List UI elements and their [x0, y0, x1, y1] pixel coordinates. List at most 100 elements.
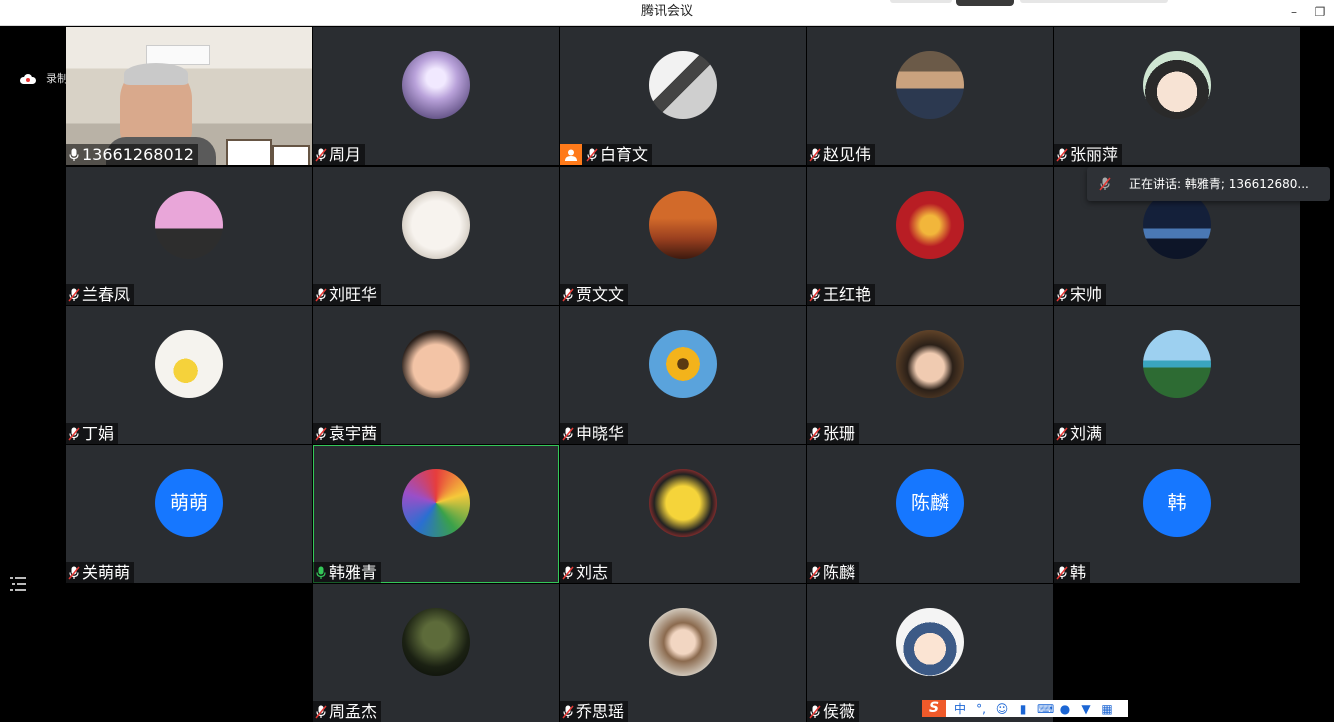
avatar	[402, 51, 470, 119]
mic-muted-icon	[809, 288, 821, 301]
participant-tile[interactable]: 刘满	[1054, 306, 1300, 444]
avatar	[155, 330, 223, 398]
participant-name-label: 贾文文	[560, 284, 629, 305]
participant-tile[interactable]: 贾文文	[560, 167, 806, 305]
participant-name-label: 赵见伟	[807, 144, 876, 165]
ime-toolbar[interactable]: S 中 °, ☺ ▮ ⌨ ● ▼ ▦	[922, 700, 1128, 717]
avatar	[896, 51, 964, 119]
cloud-record-icon	[20, 74, 36, 84]
participant-name-label: 韩雅青	[313, 562, 382, 583]
avatar	[896, 608, 964, 676]
avatar	[649, 469, 717, 537]
participant-name: 韩	[1070, 563, 1087, 582]
mic-muted-icon	[586, 148, 598, 161]
participant-tile[interactable]: 萌萌 关萌萌	[66, 445, 312, 583]
participant-tile[interactable]: 韩韩	[1054, 445, 1300, 583]
emoji-icon[interactable]: ☺	[995, 702, 1009, 716]
participant-name: 白育文	[600, 145, 649, 164]
participant-name: 13661268012	[82, 145, 194, 164]
participant-tile[interactable]: 陈麟 陈麟	[807, 445, 1053, 583]
mic-muted-icon	[1056, 148, 1068, 161]
participant-tile[interactable]: 13661268012	[66, 27, 312, 165]
mic-muted-icon	[68, 288, 80, 301]
participant-tile[interactable]: 丁娟	[66, 306, 312, 444]
user-icon[interactable]: ●	[1058, 702, 1072, 716]
mic-muted-icon	[562, 566, 574, 579]
avatar	[402, 608, 470, 676]
participant-tile[interactable]: 乔思瑶	[560, 584, 806, 722]
grid-icon[interactable]: ▦	[1100, 702, 1114, 716]
participant-name: 宋帅	[1070, 285, 1103, 304]
participant-tile[interactable]: 张丽萍	[1054, 27, 1300, 165]
speaking-text: 正在讲话: 韩雅青; 136612680...	[1129, 177, 1309, 191]
skin-icon[interactable]: ▼	[1079, 702, 1093, 716]
participant-name: 周孟杰	[329, 702, 378, 721]
participant-tile[interactable]: 周孟杰	[313, 584, 559, 722]
participant-name-label: 申晓华	[560, 423, 629, 444]
window-title: 腾讯会议	[640, 4, 693, 19]
participant-name: 刘满	[1070, 424, 1103, 443]
participant-name-label: 兰春凤	[66, 284, 135, 305]
title-bar: 腾讯会议 – ❐	[0, 0, 1334, 26]
mic-muted-icon	[562, 705, 574, 718]
mic-muted-icon	[1056, 566, 1068, 579]
ime-mode[interactable]: 中	[953, 700, 967, 717]
mic-muted-icon	[809, 148, 821, 161]
mic-muted-icon	[315, 705, 327, 718]
participant-name-label: 乔思瑶	[560, 701, 629, 722]
participant-tile[interactable]: 韩雅青	[313, 445, 559, 583]
participant-name-label: 侯薇	[807, 701, 860, 722]
avatar	[649, 608, 717, 676]
participant-name: 陈麟	[823, 563, 856, 582]
mic-muted-icon	[1099, 177, 1111, 191]
member-list-icon[interactable]	[8, 574, 28, 594]
participant-tile[interactable]: 刘旺华	[313, 167, 559, 305]
participant-tile[interactable]: 申晓华	[560, 306, 806, 444]
avatar	[896, 330, 964, 398]
avatar	[402, 469, 470, 537]
avatar	[896, 191, 964, 259]
avatar	[402, 191, 470, 259]
participant-tile[interactable]: 周月	[313, 27, 559, 165]
mic-muted-icon	[315, 288, 327, 301]
voice-icon[interactable]: ▮	[1016, 702, 1030, 716]
participant-tile[interactable]: 张珊	[807, 306, 1053, 444]
participant-name: 张珊	[823, 424, 856, 443]
participant-tile[interactable]: 刘志	[560, 445, 806, 583]
participant-name-label: 陈麟	[807, 562, 860, 583]
participant-name: 刘旺华	[329, 285, 378, 304]
participant-tile[interactable]: 袁宇茜	[313, 306, 559, 444]
mic-muted-icon	[562, 288, 574, 301]
participant-name-label: 韩	[1054, 562, 1091, 583]
participant-name-label: 王红艳	[807, 284, 876, 305]
participant-name: 周月	[329, 145, 362, 164]
punctuation-icon[interactable]: °,	[974, 702, 988, 716]
participant-tile[interactable]: 兰春凤	[66, 167, 312, 305]
participant-name: 刘志	[576, 563, 609, 582]
participant-name-label: 宋帅	[1054, 284, 1107, 305]
avatar	[1143, 191, 1211, 259]
participant-name-label: 刘满	[1054, 423, 1107, 444]
mic-muted-icon	[68, 427, 80, 440]
mic-icon	[69, 148, 79, 161]
participant-name-label: 张珊	[807, 423, 860, 444]
participant-name-label: 丁娟	[66, 423, 119, 444]
minimize-icon[interactable]: –	[1286, 4, 1302, 20]
ime-logo[interactable]: S	[922, 700, 946, 717]
mic-muted-icon	[809, 427, 821, 440]
participant-tile[interactable]: 赵见伟	[807, 27, 1053, 165]
avatar	[649, 330, 717, 398]
mic-muted-icon	[809, 566, 821, 579]
participant-tile[interactable]: 白育文	[560, 27, 806, 165]
participant-name-label: 白育文	[560, 144, 653, 165]
participant-name: 张丽萍	[1070, 145, 1119, 164]
participant-name: 王红艳	[823, 285, 872, 304]
restore-icon[interactable]: ❐	[1312, 4, 1328, 20]
participant-name: 关萌萌	[82, 563, 131, 582]
participant-name-label: 袁宇茜	[313, 423, 382, 444]
participant-name: 贾文文	[576, 285, 625, 304]
host-badge-icon	[560, 144, 582, 165]
participant-name-label: 周孟杰	[313, 701, 382, 722]
participant-tile[interactable]: 王红艳	[807, 167, 1053, 305]
keyboard-icon[interactable]: ⌨	[1037, 702, 1054, 716]
